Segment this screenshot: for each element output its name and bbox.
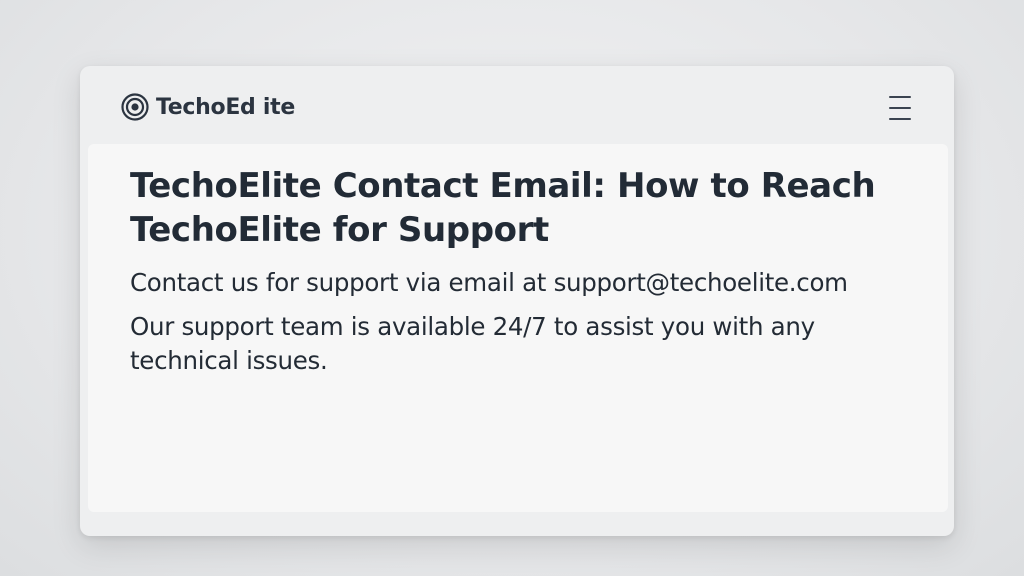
support-availability-paragraph: Our support team is available 24/7 to as…	[130, 312, 815, 375]
site-header: TechoEd ite	[80, 66, 954, 146]
hamburger-menu-button[interactable]	[884, 94, 916, 122]
article-content: TechoElite Contact Email: How to Reach T…	[88, 144, 948, 512]
brand-logo-link[interactable]: TechoEd ite	[120, 92, 295, 122]
brand-name: TechoEd ite	[156, 94, 295, 120]
hamburger-menu-icon-line	[889, 107, 911, 109]
hamburger-menu-icon-line	[889, 96, 911, 98]
browser-window: TechoEd ite TechoElite Contact Email: Ho…	[80, 66, 954, 536]
support-email-paragraph: Contact us for support via email at supp…	[130, 268, 848, 297]
hamburger-menu-icon-line	[889, 118, 911, 120]
page-title: TechoElite Contact Email: How to Reach T…	[130, 166, 876, 250]
concentric-circles-logo-icon	[120, 92, 150, 122]
